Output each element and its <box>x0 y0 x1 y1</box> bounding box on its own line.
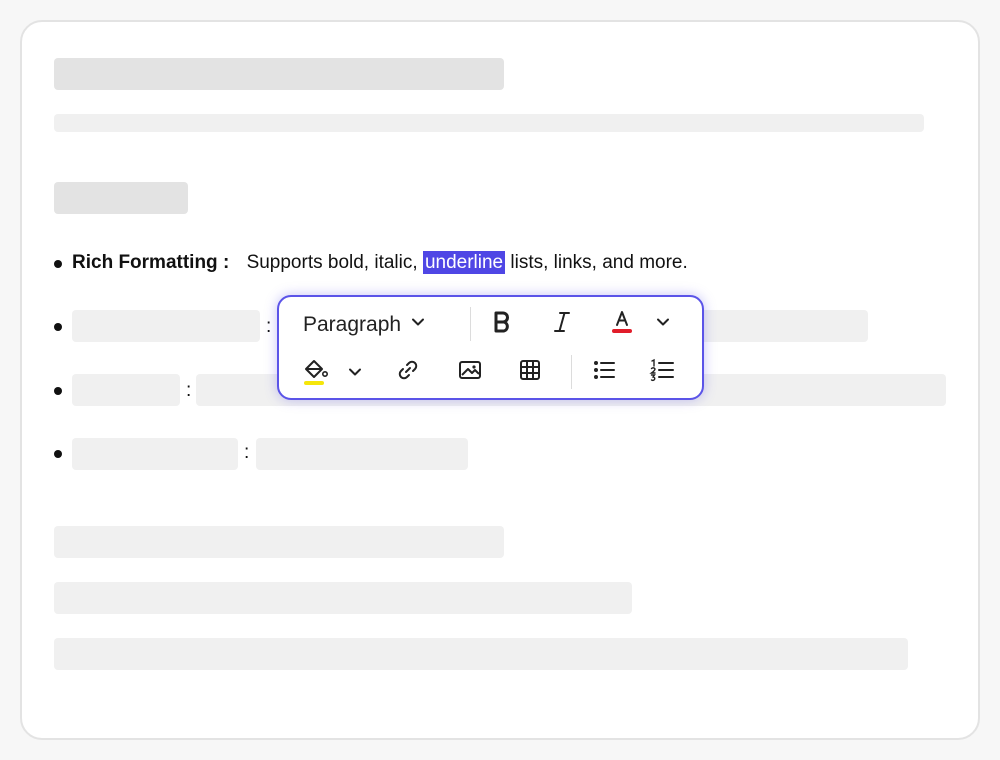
numbered-list-button[interactable] <box>647 357 677 387</box>
bullet-marker <box>54 260 62 268</box>
text-color-button[interactable] <box>607 307 637 341</box>
feature-separator: : <box>266 316 272 337</box>
toolbar-divider <box>571 355 572 389</box>
paragraph-skeleton <box>54 582 632 614</box>
feature-separator: : <box>222 252 230 273</box>
selected-text[interactable]: underline <box>422 251 506 274</box>
insert-image-button[interactable] <box>455 357 485 387</box>
bullet-list-icon <box>592 359 616 386</box>
bullet-marker <box>54 387 62 395</box>
title-skeleton <box>54 58 504 90</box>
feature-description-skeleton <box>256 438 468 470</box>
chevron-down-icon <box>346 363 364 386</box>
numbered-list-icon <box>649 358 675 387</box>
feature-separator: : <box>244 442 250 463</box>
text-color-dropdown[interactable] <box>651 311 675 337</box>
link-button[interactable] <box>393 357 423 387</box>
bullet-marker <box>54 450 62 458</box>
formatting-toolbar: Paragraph <box>277 295 704 400</box>
block-format-dropdown[interactable]: Paragraph <box>303 311 427 339</box>
table-icon <box>519 359 541 386</box>
heading-skeleton <box>54 182 188 214</box>
image-icon <box>458 359 482 386</box>
paragraph-skeleton <box>54 526 504 558</box>
bullet-marker <box>54 323 62 331</box>
feature-term-skeleton <box>72 310 260 342</box>
feature-term: Rich Formatting <box>72 252 218 273</box>
text-color-icon <box>610 308 634 341</box>
bullet-list-button[interactable] <box>589 357 619 387</box>
chevron-down-icon <box>654 313 672 336</box>
link-icon <box>396 358 420 387</box>
highlight-color-dropdown[interactable] <box>343 361 367 387</box>
subtitle-skeleton <box>54 114 924 132</box>
italic-icon <box>552 311 572 338</box>
italic-button[interactable] <box>547 309 577 339</box>
chevron-down-icon <box>409 313 427 337</box>
highlight-color-button[interactable] <box>299 357 331 391</box>
paint-bucket-icon <box>302 357 328 392</box>
bold-button[interactable] <box>487 309 517 339</box>
feature-term-skeleton <box>72 374 180 406</box>
block-format-label: Paragraph <box>303 313 402 336</box>
feature-separator: : <box>186 380 192 401</box>
insert-table-button[interactable] <box>515 357 545 387</box>
feature-term-skeleton <box>72 438 238 470</box>
feature-item-rich-formatting[interactable]: Rich Formatting : Supports bold, italic,… <box>72 250 688 276</box>
bold-icon <box>492 311 512 338</box>
toolbar-divider <box>470 307 471 341</box>
feature-description-start: Supports bold, italic, <box>246 252 423 273</box>
feature-description-end: lists, links, and more. <box>505 252 688 273</box>
feature-description-skeleton <box>700 310 868 342</box>
paragraph-skeleton <box>54 638 908 670</box>
